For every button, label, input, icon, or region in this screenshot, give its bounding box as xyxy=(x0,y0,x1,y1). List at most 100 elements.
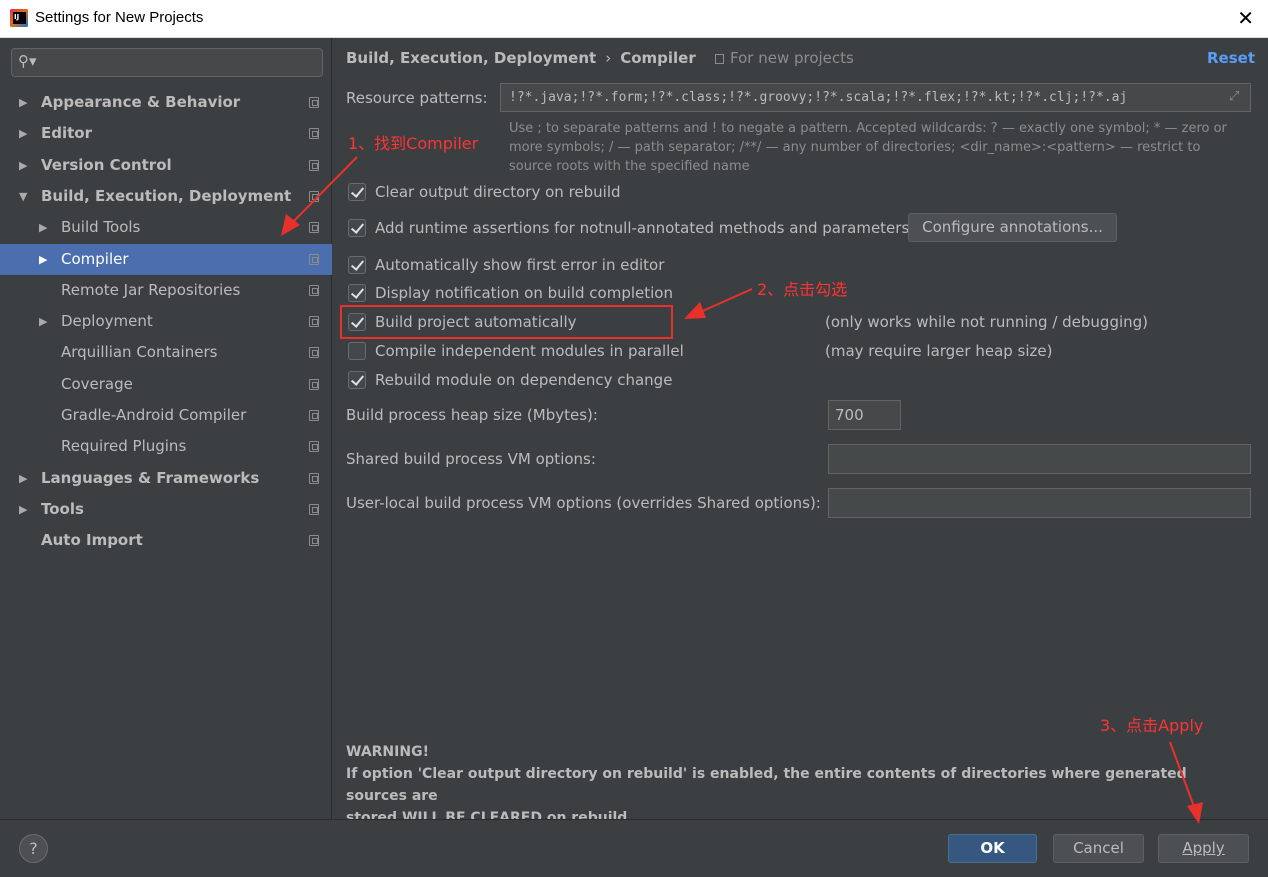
search-icon: ⚲▾ xyxy=(18,52,37,70)
copy-icon xyxy=(309,535,319,547)
collapsed-arrow-icon[interactable]: ▶ xyxy=(19,494,27,525)
checkbox-label[interactable]: Display notification on build completion xyxy=(375,282,673,304)
intellij-app-icon xyxy=(10,9,28,27)
checkbox-label[interactable]: Rebuild module on dependency change xyxy=(375,369,672,391)
user-vm-options-input[interactable] xyxy=(828,488,1251,518)
annotation-step2: 2、点击勾选 xyxy=(757,280,848,299)
ok-button[interactable]: OK xyxy=(948,834,1037,863)
collapsed-arrow-icon[interactable]: ▶ xyxy=(39,212,47,243)
collapsed-arrow-icon[interactable]: ▶ xyxy=(19,150,27,181)
copy-icon xyxy=(309,128,319,140)
copy-icon xyxy=(715,54,724,64)
cancel-button[interactable]: Cancel xyxy=(1053,834,1144,863)
sidebar-item-build-tools[interactable]: ▶ Build Tools xyxy=(0,212,332,243)
sidebar-item-auto-import[interactable]: Auto Import xyxy=(0,525,332,556)
sidebar-item-appearance-behavior[interactable]: ▶ Appearance & Behavior xyxy=(0,87,332,118)
copy-icon xyxy=(309,97,319,108)
sidebar-item-tools[interactable]: ▶ Tools xyxy=(0,494,332,525)
checkbox-label[interactable]: Add runtime assertions for notnull-annot… xyxy=(375,217,909,239)
warning-text: WARNING! If option 'Clear output directo… xyxy=(346,741,1246,829)
scope-text: For new projects xyxy=(730,49,854,67)
resource-patterns-label: Resource patterns: xyxy=(346,89,488,107)
sidebar-item-label: Languages & Frameworks xyxy=(41,468,260,487)
user-vm-options-label: User-local build process VM options (ove… xyxy=(346,494,821,512)
sidebar-item-editor[interactable]: ▶ Editor xyxy=(0,118,332,149)
dialog-footer: ? OK Cancel Apply xyxy=(0,819,1268,877)
copy-icon xyxy=(309,472,319,484)
checkbox[interactable] xyxy=(348,183,366,201)
sidebar-item-arquillian-containers[interactable]: Arquillian Containers xyxy=(0,337,332,368)
sidebar-item-label: Version Control xyxy=(41,155,172,174)
hint-line-2: more symbols; / — path separator; /**/ —… xyxy=(509,140,1201,155)
sidebar-item-remote-jar-repositories[interactable]: Remote Jar Repositories xyxy=(0,275,332,306)
compiler-settings-panel: Build, Execution, Deployment › Compiler Fo… xyxy=(333,38,1268,826)
heap-size-label: Build process heap size (Mbytes): xyxy=(346,406,598,424)
scope-label: For new projects xyxy=(715,49,854,67)
copy-icon xyxy=(309,253,319,265)
settings-sidebar: ⚲▾ ▶ Appearance & Behavior ▶ Editor ▶ Version… xyxy=(0,38,332,819)
sidebar-item-label: Build Tools xyxy=(61,218,141,237)
hint-line-3: source roots with the specified name xyxy=(509,159,750,174)
copy-icon xyxy=(309,503,319,515)
checkbox-label[interactable]: Clear output directory on rebuild xyxy=(375,181,621,203)
expanded-arrow-icon[interactable]: ▼ xyxy=(19,181,27,212)
checkbox[interactable] xyxy=(348,342,366,360)
option-note: (may require larger heap size) xyxy=(825,342,1053,360)
copy-icon xyxy=(309,190,319,202)
checkbox[interactable] xyxy=(348,256,366,274)
option-note: (only works while not running / debuggin… xyxy=(825,313,1149,331)
checkbox[interactable] xyxy=(348,284,366,302)
resource-patterns-hint: Use ; to separate patterns and ! to nega… xyxy=(509,119,1249,176)
hint-line-1: Use ; to separate patterns and ! to nega… xyxy=(509,121,1227,136)
sidebar-item-label: Tools xyxy=(41,499,84,518)
annotation-step1: 1、找到Compiler xyxy=(348,134,479,153)
sidebar-item-build-execution-deployment[interactable]: ▼ Build, Execution, Deployment xyxy=(0,181,332,212)
window-title: Settings for New Projects xyxy=(35,9,204,26)
sidebar-item-coverage[interactable]: Coverage xyxy=(0,369,332,400)
resource-patterns-input[interactable]: !?*.java;!?*.form;!?*.class;!?*.groovy;!… xyxy=(500,83,1251,112)
copy-icon xyxy=(309,441,319,453)
collapsed-arrow-icon[interactable]: ▶ xyxy=(39,244,47,275)
checkbox[interactable] xyxy=(348,371,366,389)
collapsed-arrow-icon[interactable]: ▶ xyxy=(19,463,27,494)
copy-icon xyxy=(309,284,319,296)
copy-icon xyxy=(309,410,319,421)
close-icon[interactable]: ✕ xyxy=(1237,6,1254,30)
copy-icon xyxy=(309,159,319,171)
breadcrumb-separator: › xyxy=(605,49,612,67)
breadcrumb-parent: Build, Execution, Deployment xyxy=(346,49,597,67)
settings-search-input[interactable]: ⚲▾ xyxy=(11,48,323,77)
sidebar-item-label: Gradle-Android Compiler xyxy=(61,406,247,424)
highlight-box xyxy=(340,305,673,339)
sidebar-item-deployment[interactable]: ▶ Deployment xyxy=(0,306,332,337)
heap-size-input[interactable]: 700 xyxy=(828,400,901,430)
sidebar-item-required-plugins[interactable]: Required Plugins xyxy=(0,431,332,462)
sidebar-item-label: Arquillian Containers xyxy=(61,343,218,362)
sidebar-item-version-control[interactable]: ▶ Version Control xyxy=(0,150,332,181)
sidebar-item-label: Remote Jar Repositories xyxy=(61,280,241,299)
warning-title: WARNING! xyxy=(346,744,429,760)
configure-annotations-button[interactable]: Configure annotations... xyxy=(908,213,1117,242)
apply-button-label: Apply xyxy=(1182,839,1225,857)
checkbox-label[interactable]: Automatically show first error in editor xyxy=(375,254,664,276)
apply-button[interactable]: Apply xyxy=(1158,834,1249,863)
checkbox-label[interactable]: Compile independent modules in parallel xyxy=(375,340,684,362)
sidebar-item-languages-frameworks[interactable]: ▶ Languages & Frameworks xyxy=(0,463,332,494)
sidebar-item-gradle-android-compiler[interactable]: Gradle-Android Compiler xyxy=(0,400,332,431)
collapsed-arrow-icon[interactable]: ▶ xyxy=(39,306,47,337)
checkbox[interactable] xyxy=(348,219,366,237)
shared-vm-options-label: Shared build process VM options: xyxy=(346,450,596,468)
sidebar-item-label: Deployment xyxy=(61,312,153,331)
sidebar-item-label: Editor xyxy=(41,124,92,143)
expand-icon[interactable]: ⤢ xyxy=(1229,89,1239,104)
warning-line-1: If option 'Clear output directory on reb… xyxy=(346,766,1187,804)
collapsed-arrow-icon[interactable]: ▶ xyxy=(19,87,27,118)
reset-link[interactable]: Reset xyxy=(1207,49,1255,67)
sidebar-item-compiler[interactable]: ▶ Compiler xyxy=(0,243,332,275)
collapsed-arrow-icon[interactable]: ▶ xyxy=(19,118,27,149)
copy-icon xyxy=(309,378,319,390)
sidebar-item-label: Build, Execution, Deployment xyxy=(41,186,292,205)
shared-vm-options-input[interactable] xyxy=(828,444,1251,474)
help-button[interactable]: ? xyxy=(19,834,48,863)
annotation-step3: 3、点击Apply xyxy=(1100,716,1204,735)
